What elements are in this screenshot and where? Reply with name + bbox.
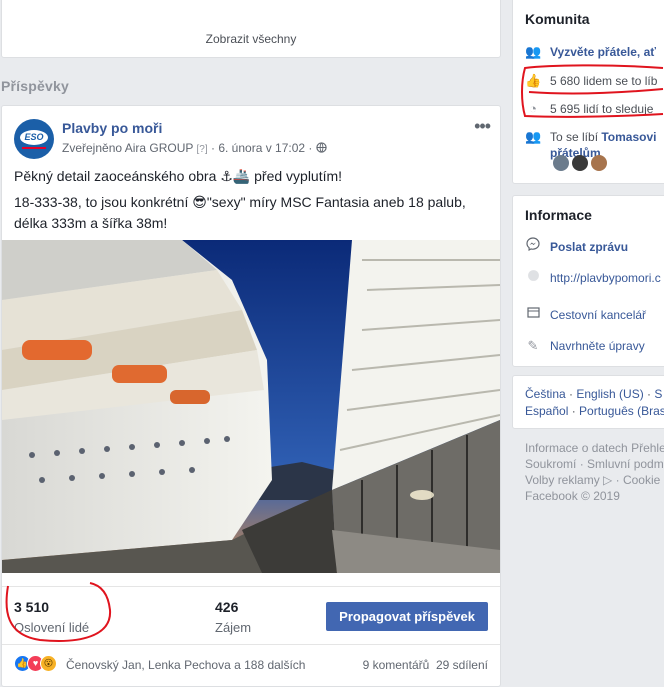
post-meta: Zveřejněno Aira GROUP [?] · 6. února v 1… — [62, 141, 327, 155]
friend-avatars[interactable] — [553, 155, 610, 176]
boost-post-button[interactable]: Propagovat příspěvek — [326, 602, 488, 631]
section-title-posts: Příspěvky — [1, 78, 69, 94]
send-message-row[interactable]: Poslat zprávu — [525, 237, 628, 254]
likes-row[interactable]: 👍 5 680 lidem se to líb — [525, 73, 657, 89]
more-options-icon[interactable]: ••• — [474, 116, 491, 137]
languages-card: Čeština · English (US) · S Español · Por… — [512, 375, 664, 429]
reactions-bar: 👍 ♥ 😮 Čenovský Jan, Lenka Pechova a 188 da… — [2, 644, 500, 677]
languages-line1: Čeština · English (US) · S — [525, 387, 663, 401]
reach-label: Oslovení lidé — [14, 620, 90, 635]
engagement-label: Zájem — [215, 620, 252, 635]
website-row[interactable]: http://plavbypomori.c — [525, 269, 661, 285]
terms-link[interactable]: Smluvní podm — [587, 457, 664, 471]
pages-card: Zobrazit všechny — [1, 0, 501, 58]
copyright: Facebook © 2019 — [525, 489, 620, 503]
published-label: Zveřejněno — [62, 141, 123, 155]
page-name-link[interactable]: Plavby po moři — [62, 120, 162, 136]
languages-line2: Español · Português (Bras — [525, 404, 664, 418]
engagement-stat[interactable]: 426 Zájem — [215, 599, 251, 635]
lang-en[interactable]: English (US) — [576, 387, 643, 401]
lang-pt[interactable]: Português (Bras — [579, 404, 664, 418]
post-text-line2: 18-333-38, to jsou konkrétní 😎"sexy" mír… — [14, 194, 466, 231]
ad-choices-icon: ▷ — [603, 473, 613, 487]
community-title: Komunita — [525, 11, 590, 27]
page-avatar[interactable]: ESO — [14, 119, 54, 159]
data-policy-link[interactable]: Informace o datech — [525, 441, 628, 455]
lang-es[interactable]: Español — [525, 404, 568, 418]
footer-links: Informace o datech Přehle Soukromí · Sml… — [525, 441, 664, 503]
post-text-line1: Pěkný detail zaoceánského obra ⚓🚢 před v… — [14, 168, 343, 184]
tag-icon — [525, 306, 541, 322]
show-all-link[interactable]: Zobrazit všechny — [2, 32, 500, 46]
shares-count[interactable]: 29 sdílení — [436, 658, 488, 672]
globe-icon — [525, 269, 541, 285]
comments-count[interactable]: 9 komentářů — [363, 658, 430, 672]
avatar-logo-text: ESO — [20, 130, 48, 145]
post-stats: 3 510 Oslovení lidé 426 Zájem Propagovat… — [2, 586, 500, 643]
engagement-number: 426 — [215, 599, 239, 615]
privacy-link[interactable]: Soukromí — [525, 457, 576, 471]
people-icon: 👥 — [525, 44, 542, 59]
post-card: ESO Plavby po moři Zveřejněno Aira GROUP… — [1, 105, 501, 687]
wow-reaction-icon: 😮 — [40, 655, 57, 672]
thumbs-up-icon: 👍 — [525, 73, 542, 88]
comment-share-counts: 9 komentářů 29 sdílení — [363, 658, 488, 672]
pencil-icon: ✎ — [527, 338, 539, 353]
community-card: Komunita 👥 Vyzvěte přátele, ať 👍 5 680 lid… — [512, 0, 664, 184]
overview-link[interactable]: Přehle — [631, 441, 664, 455]
cookies-link[interactable]: Cookie — [623, 473, 660, 487]
reach-number: 3 510 — [14, 599, 50, 615]
cruise-ship-photo — [2, 240, 500, 573]
follows-row[interactable]: ◔ 5 695 lidí to sleduje — [525, 101, 653, 116]
category-row[interactable]: Cestovní kancelář — [525, 306, 646, 322]
people-icon: 👥 — [525, 129, 542, 144]
invite-friends-row[interactable]: 👥 Vyzvěte přátele, ať — [525, 44, 656, 60]
messenger-icon — [525, 237, 541, 254]
lang-cs[interactable]: Čeština — [525, 387, 566, 401]
globe-icon — [316, 141, 327, 155]
rss-icon: ◔ — [529, 101, 537, 116]
friend-avatar[interactable] — [572, 155, 588, 171]
friend-avatar[interactable] — [553, 155, 569, 171]
info-card: Informace Poslat zprávu http://plavbypom… — [512, 195, 664, 367]
lang-more[interactable]: S — [654, 387, 662, 401]
help-mark[interactable]: [?] — [197, 144, 208, 155]
ad-choices-link[interactable]: Volby reklamy — [525, 473, 600, 487]
suggest-edits-row[interactable]: ✎ Navrhněte úpravy — [525, 338, 645, 354]
info-title: Informace — [525, 207, 592, 223]
reaction-icons[interactable]: 👍 ♥ 😮 — [14, 655, 57, 672]
friend-avatar[interactable] — [591, 155, 607, 171]
author-name[interactable]: Aira GROUP — [125, 141, 193, 155]
reaction-names[interactable]: Čenovský Jan, Lenka Pechova a 188 dalšíc… — [66, 658, 305, 672]
post-text: Pěkný detail zaoceánského obra ⚓🚢 před v… — [14, 166, 492, 239]
post-photo[interactable] — [2, 240, 500, 573]
reach-stat[interactable]: 3 510 Oslovení lidé — [14, 599, 89, 635]
post-date[interactable]: 6. února v 17:02 — [218, 141, 305, 155]
